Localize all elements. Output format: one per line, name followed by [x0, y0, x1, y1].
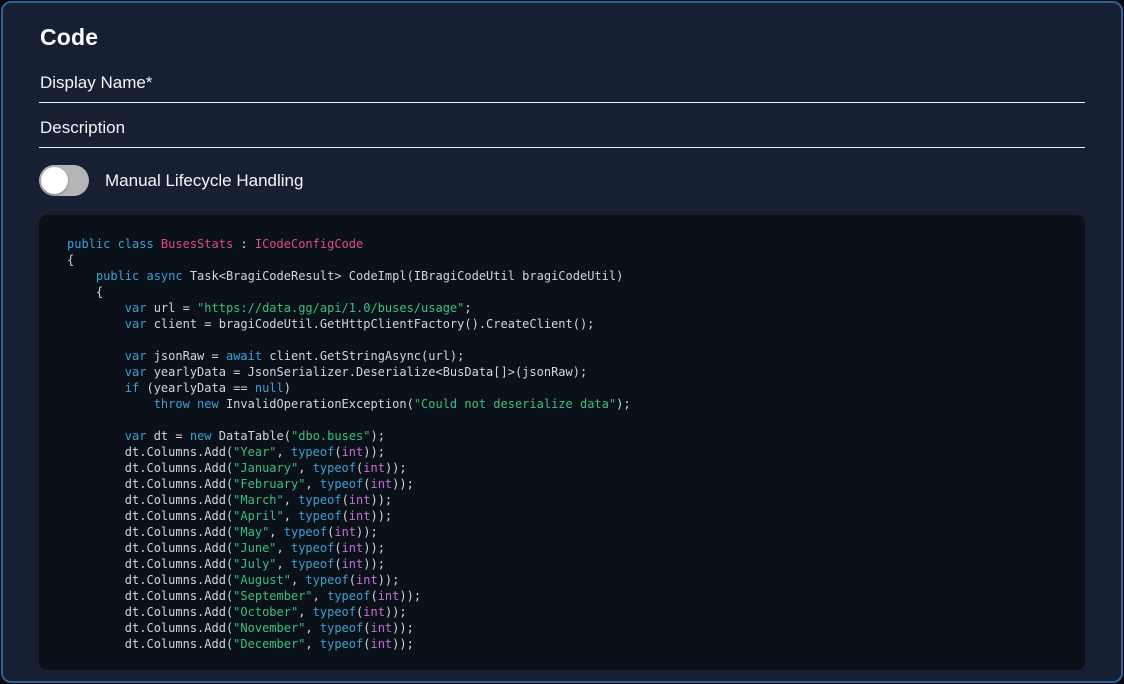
code-line: var url = "https://data.gg/api/1.0/buses… [67, 300, 1061, 316]
code-line: dt.Columns.Add("Year", typeof(int)); [67, 444, 1061, 460]
page-title: Code [40, 24, 1085, 51]
display-name-field [39, 73, 1085, 103]
code-line: var yearlyData = JsonSerializer.Deserial… [67, 364, 1061, 380]
code-line: var client = bragiCodeUtil.GetHttpClient… [67, 316, 1061, 332]
code-line: public async Task<BragiCodeResult> CodeI… [67, 268, 1061, 284]
toggle-knob-icon [41, 167, 68, 194]
code-line [67, 332, 1061, 348]
code-line: dt.Columns.Add("July", typeof(int)); [67, 556, 1061, 572]
code-config-panel: Code Manual Lifecycle Handling public cl… [1, 1, 1123, 683]
code-line: dt.Columns.Add("November", typeof(int)); [67, 620, 1061, 636]
description-field [39, 118, 1085, 148]
code-line: dt.Columns.Add("August", typeof(int)); [67, 572, 1061, 588]
code-editor[interactable]: public class BusesStats : ICodeConfigCod… [39, 215, 1085, 670]
code-line: dt.Columns.Add("March", typeof(int)); [67, 492, 1061, 508]
code-line: { [67, 252, 1061, 268]
code-line: dt.Columns.Add("October", typeof(int)); [67, 604, 1061, 620]
manual-lifecycle-toggle[interactable] [39, 165, 89, 196]
code-line [67, 412, 1061, 428]
code-line: var dt = new DataTable("dbo.buses"); [67, 428, 1061, 444]
toggle-label: Manual Lifecycle Handling [105, 171, 303, 191]
code-line: dt.Columns.Add("May", typeof(int)); [67, 524, 1061, 540]
code-line: dt.Columns.Add("January", typeof(int)); [67, 460, 1061, 476]
code-line: if (yearlyData == null) [67, 380, 1061, 396]
code-line: dt.Columns.Add("September", typeof(int))… [67, 588, 1061, 604]
code-line: dt.Columns.Add("February", typeof(int)); [67, 476, 1061, 492]
description-input[interactable] [39, 118, 1086, 147]
code-line: dt.Columns.Add("June", typeof(int)); [67, 540, 1061, 556]
code-line: dt.Columns.Add("April", typeof(int)); [67, 508, 1061, 524]
code-line: dt.Columns.Add("December", typeof(int)); [67, 636, 1061, 652]
code-line: { [67, 284, 1061, 300]
code-content: public class BusesStats : ICodeConfigCod… [67, 236, 1061, 652]
code-line: var jsonRaw = await client.GetStringAsyn… [67, 348, 1061, 364]
code-line: public class BusesStats : ICodeConfigCod… [67, 236, 1061, 252]
code-line: throw new InvalidOperationException("Cou… [67, 396, 1061, 412]
manual-lifecycle-toggle-row: Manual Lifecycle Handling [39, 165, 1085, 196]
display-name-input[interactable] [39, 73, 1086, 102]
